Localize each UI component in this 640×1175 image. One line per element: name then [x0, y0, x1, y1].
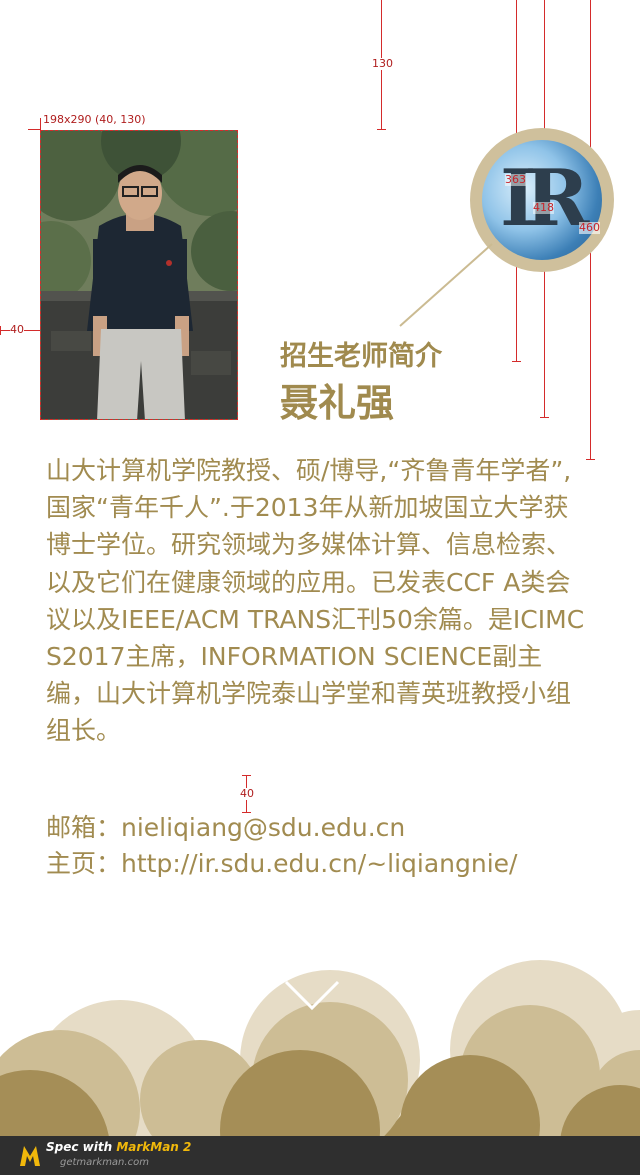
- measure-tick: [377, 129, 386, 130]
- markman-footer: Spec with MarkMan 2 getmarkman.com: [0, 1136, 640, 1175]
- measure-label-c: 460: [579, 221, 600, 234]
- photo-illustration: [41, 131, 237, 419]
- measure-tick: [0, 326, 1, 335]
- measure-label-top: 130: [372, 57, 393, 70]
- cloud-decoration: [0, 960, 640, 1136]
- section-title: 招生老师简介: [280, 341, 442, 372]
- measure-tick: [242, 775, 251, 776]
- markman-spec-label: Spec with MarkMan 2: [46, 1140, 192, 1154]
- photo-spec-label: 198x290 (40, 130): [43, 113, 146, 126]
- measure-label-left: 40: [10, 323, 24, 336]
- teacher-name: 聂礼强: [280, 381, 395, 425]
- teacher-photo: [40, 130, 238, 420]
- homepage-line[interactable]: 主页：http://ir.sdu.edu.cn/~liqiangnie/: [46, 846, 518, 882]
- markman-brand: MarkMan 2: [116, 1140, 192, 1154]
- connector-line: [399, 243, 493, 327]
- measure-label-b: 418: [533, 201, 554, 214]
- measure-label-a: 363: [505, 173, 526, 186]
- globe-icon: IR: [482, 140, 602, 260]
- measure-line-photo: [40, 118, 41, 130]
- measure-line-photo: [28, 129, 40, 130]
- measure-tick: [512, 361, 521, 362]
- markman-logo-icon: [20, 1146, 40, 1166]
- measure-label-bio-gap: 40: [240, 787, 254, 800]
- logo-letters: IR: [500, 153, 589, 244]
- teacher-bio: 山大计算机学院教授、硕/博导,“齐鲁青年学者”,国家“青年千人”.于2013年从…: [46, 456, 585, 746]
- email-line[interactable]: 邮箱：nieliqiang@sdu.edu.cn: [46, 810, 405, 846]
- markman-site[interactable]: getmarkman.com: [60, 1157, 149, 1168]
- measure-tick: [586, 459, 595, 460]
- measure-tick: [540, 417, 549, 418]
